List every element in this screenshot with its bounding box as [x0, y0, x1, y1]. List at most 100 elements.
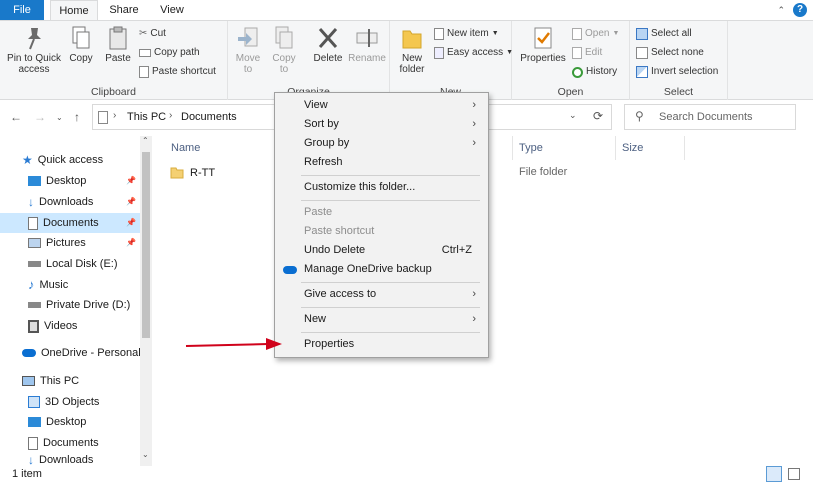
scroll-up-icon[interactable]: ⌃	[142, 136, 149, 145]
caret-down-icon: ▼	[612, 30, 620, 37]
menu-item-sort-by[interactable]: Sort by ›	[304, 115, 482, 134]
file-name: R-TT	[190, 167, 216, 179]
nav-item-videos[interactable]: Videos	[28, 316, 140, 336]
move-to-button[interactable]: Move to	[232, 25, 264, 75]
copy-path-button[interactable]: Copy path	[139, 45, 200, 61]
videos-icon	[28, 319, 39, 333]
open-group: Properties Open ▼ Edit History Open	[512, 21, 630, 100]
file-row[interactable]: R-TT	[170, 164, 290, 182]
menu-item-refresh[interactable]: Refresh	[304, 153, 482, 172]
new-group: New folder New item ▼ Easy access ▼ New	[390, 21, 513, 100]
new-folder-button[interactable]: New folder	[394, 25, 430, 75]
navigation-pane: ★ Quick access Desktop 📌 ↓ Downloads 📌 D…	[0, 136, 152, 466]
column-header-name[interactable]: Name	[171, 139, 200, 157]
ribbon-tab-bar: File Home Share View ⌃ ?	[0, 0, 813, 20]
details-view-icon[interactable]	[766, 466, 782, 482]
column-divider[interactable]	[684, 136, 685, 160]
red-arrow-icon	[185, 338, 282, 350]
nav-item-3d-objects[interactable]: 3D Objects	[28, 392, 140, 412]
invert-selection-icon	[636, 66, 648, 78]
search-input[interactable]: Search Documents	[659, 111, 753, 123]
scrollbar-thumb[interactable]	[142, 152, 150, 338]
help-icon[interactable]: ?	[793, 3, 807, 17]
menu-item-paste[interactable]: Paste	[304, 203, 482, 222]
menu-item-give-access[interactable]: Give access to ›	[304, 285, 482, 304]
menu-item-view[interactable]: View ›	[304, 96, 482, 115]
recent-locations-icon[interactable]: ⌄	[56, 113, 63, 122]
search-icon: ⚲	[635, 109, 644, 123]
menu-item-onedrive-backup[interactable]: Manage OneDrive backup	[283, 260, 482, 279]
column-header-type[interactable]: Type	[519, 139, 543, 157]
select-none-icon	[636, 47, 648, 59]
forward-arrow-icon[interactable]: →	[34, 110, 46, 124]
easy-access-button[interactable]: Easy access ▼	[434, 45, 513, 61]
cut-button[interactable]: ✂ Cut	[139, 26, 166, 42]
copy-button[interactable]: Copy	[66, 25, 96, 64]
nav-item-music[interactable]: ♪ Music	[28, 275, 140, 295]
menu-item-label: New	[304, 313, 327, 325]
nav-item-local-disk-e[interactable]: Local Disk (E:)	[28, 254, 140, 274]
scroll-down-icon[interactable]: ⌄	[142, 450, 149, 459]
nav-item-private-drive-d[interactable]: Private Drive (D:)	[28, 295, 140, 315]
column-divider[interactable]	[512, 136, 513, 160]
menu-item-undo-delete[interactable]: Undo Delete Ctrl+Z	[304, 241, 482, 260]
keyboard-shortcut: Ctrl+Z	[441, 244, 472, 256]
rename-button[interactable]: Rename	[348, 25, 386, 64]
delete-label: Delete	[313, 53, 343, 64]
address-dropdown-icon[interactable]: ⌄	[569, 110, 577, 121]
menu-item-new[interactable]: New ›	[304, 310, 482, 329]
delete-button[interactable]: Delete	[310, 25, 346, 64]
select-none-button[interactable]: Select none	[636, 45, 704, 61]
nav-item-pictures[interactable]: Pictures 📌	[28, 233, 140, 253]
nav-item-documents-pc[interactable]: Documents	[28, 433, 140, 453]
nav-item-downloads-pc[interactable]: ↓ Downloads	[28, 454, 140, 466]
nav-item-downloads[interactable]: ↓ Downloads 📌	[28, 192, 140, 212]
search-box[interactable]: ⚲ Search Documents	[624, 104, 796, 130]
breadcrumb-documents[interactable]: Documents	[181, 111, 237, 123]
documents-icon	[28, 216, 38, 230]
back-arrow-icon[interactable]: ←	[10, 110, 22, 124]
open-button[interactable]: Open ▼	[572, 26, 619, 42]
edit-button[interactable]: Edit	[572, 45, 602, 61]
select-all-label: Select all	[651, 28, 692, 39]
download-icon: ↓	[28, 454, 34, 466]
column-header-size[interactable]: Size	[622, 139, 643, 157]
context-menu: View › Sort by › Group by › Refresh Cust…	[274, 92, 489, 358]
nav-item-documents[interactable]: Documents 📌	[0, 213, 140, 233]
menu-item-group-by[interactable]: Group by ›	[304, 134, 482, 153]
new-item-button[interactable]: New item ▼	[434, 26, 499, 42]
chevron-right-icon: ›	[472, 99, 476, 111]
refresh-icon[interactable]: ⟳	[593, 109, 603, 123]
paste-shortcut-button[interactable]: Paste shortcut	[139, 64, 216, 80]
paste-button[interactable]: Paste	[102, 25, 134, 64]
chevron-up-icon[interactable]: ⌃	[777, 5, 785, 16]
menu-item-customize-folder[interactable]: Customize this folder...	[304, 178, 482, 197]
menu-item-paste-shortcut[interactable]: Paste shortcut	[304, 222, 482, 241]
nav-item-desktop[interactable]: Desktop 📌	[28, 171, 140, 191]
history-icon	[572, 66, 583, 78]
copy-to-button[interactable]: Copy to	[268, 25, 300, 75]
nav-item-label: Downloads	[39, 454, 94, 466]
invert-selection-button[interactable]: Invert selection	[636, 64, 718, 80]
menu-item-label: View	[304, 99, 328, 111]
pin-quick-access-button[interactable]: Pin to Quick access	[4, 25, 64, 75]
breadcrumb-separator-icon: ›	[169, 110, 173, 121]
tab-file[interactable]: File	[0, 0, 44, 20]
3d-objects-icon	[28, 396, 40, 408]
nav-item-desktop-pc[interactable]: Desktop	[28, 412, 140, 432]
nav-pane-scrollbar[interactable]: ⌃ ⌄	[140, 136, 152, 466]
breadcrumb-this-pc[interactable]: This PC	[127, 111, 166, 123]
tab-view[interactable]: View	[152, 0, 192, 20]
column-divider[interactable]	[615, 136, 616, 160]
tab-home[interactable]: Home	[50, 0, 98, 20]
history-button[interactable]: History	[572, 64, 617, 80]
properties-label: Properties	[520, 53, 566, 64]
pin-icon	[28, 28, 41, 50]
large-icons-view-icon[interactable]	[788, 468, 800, 480]
menu-item-properties[interactable]: Properties	[304, 335, 482, 354]
properties-button[interactable]: Properties	[518, 25, 568, 64]
select-all-button[interactable]: Select all	[636, 26, 692, 42]
tab-share[interactable]: Share	[104, 0, 144, 20]
chevron-right-icon: ›	[472, 118, 476, 130]
up-arrow-icon[interactable]: ↑	[74, 110, 80, 124]
